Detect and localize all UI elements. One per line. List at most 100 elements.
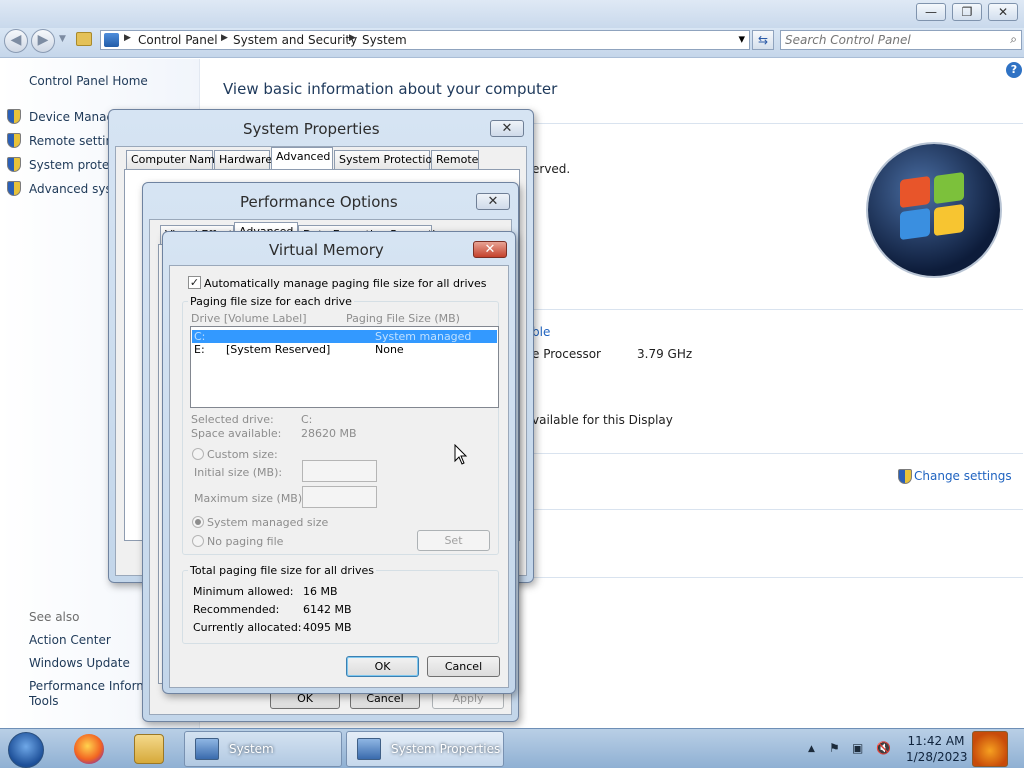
ok-button[interactable]: OK <box>346 656 419 677</box>
system-properties-icon <box>357 738 381 760</box>
drive-label: [System Reserved] <box>226 343 331 356</box>
breadcrumb-separator[interactable]: ▶ <box>349 33 356 43</box>
explorer-folder-icon[interactable] <box>134 734 164 764</box>
remote-settings-link[interactable]: Remote settings <box>29 134 109 148</box>
tab-system-protection[interactable]: System Protection <box>334 150 439 169</box>
no-paging-file-label[interactable]: No paging file <box>207 535 283 548</box>
cancel-button[interactable]: Cancel <box>427 656 500 677</box>
show-hidden-icon[interactable]: ▲ <box>808 744 815 754</box>
tab-computer-name[interactable]: Computer Name <box>126 150 222 169</box>
group-label: Total paging file size for all drives <box>188 564 377 577</box>
control-panel-home-link[interactable]: Control Panel Home <box>29 74 148 88</box>
dialog-title: Performance Options <box>240 193 398 211</box>
list-item[interactable]: E: [System Reserved] None <box>192 343 497 356</box>
network-icon[interactable]: ▣ <box>852 741 863 755</box>
flag-icon[interactable]: ⚑ <box>829 741 840 755</box>
minimum-allowed-value: 16 MB <box>303 585 338 598</box>
performance-information-link[interactable]: Performance Information and <box>29 679 142 693</box>
logo-flag-blue <box>900 207 930 241</box>
address-dropdown-icon[interactable]: ▾ <box>738 32 745 47</box>
back-button[interactable]: ◀ <box>4 29 28 53</box>
set-button[interactable]: Set <box>417 530 490 551</box>
system-window-icon <box>195 738 219 760</box>
page-title: View basic information about your comput… <box>223 80 558 98</box>
logo-flag-red <box>900 175 930 209</box>
forward-button[interactable]: ▶ <box>31 29 55 53</box>
recent-pages-dropdown[interactable]: ▼ <box>59 34 66 44</box>
firefox-icon[interactable] <box>74 734 104 764</box>
close-button[interactable]: ✕ <box>490 120 524 137</box>
shield-icon <box>7 109 21 124</box>
column-header-size: Paging File Size (MB) <box>346 312 460 325</box>
show-desktop-button[interactable] <box>972 731 1008 767</box>
control-panel-icon <box>104 33 119 47</box>
drive-size: None <box>375 343 404 356</box>
mouse-cursor-icon <box>454 444 468 465</box>
initial-size-label: Initial size (MB): <box>194 466 283 479</box>
tab-hardware[interactable]: Hardware <box>214 150 272 169</box>
close-button[interactable]: ✕ <box>988 3 1018 21</box>
list-item[interactable]: C: System managed <box>192 330 497 343</box>
volume-muted-icon[interactable]: 🔇 <box>876 741 891 755</box>
breadcrumb-separator[interactable]: ▶ <box>221 33 228 43</box>
search-input[interactable] <box>785 32 995 48</box>
advanced-system-settings-link[interactable]: Advanced system settings <box>29 182 109 196</box>
taskbar-item-label: System Properties <box>391 742 501 756</box>
close-button[interactable]: ✕ <box>476 193 510 210</box>
restore-button[interactable]: ❐ <box>952 3 982 21</box>
start-button[interactable] <box>8 732 44 768</box>
auto-manage-checkbox[interactable]: ✓ <box>188 276 201 289</box>
selected-drive-value: C: <box>301 413 313 426</box>
minimize-button[interactable]: — <box>916 3 946 21</box>
space-available-label: Space available: <box>191 427 282 440</box>
search-icon[interactable]: ⌕ <box>1010 32 1017 47</box>
dialog-body: ✓ Automatically manage paging file size … <box>169 265 509 688</box>
search-box[interactable]: ⌕ <box>780 30 1022 50</box>
currently-allocated-value: 4095 MB <box>303 621 352 634</box>
logo-flag-green <box>934 171 964 205</box>
auto-manage-label[interactable]: Automatically manage paging file size fo… <box>204 277 487 290</box>
custom-size-radio[interactable] <box>192 448 204 460</box>
initial-size-input[interactable] <box>302 460 377 482</box>
refresh-button[interactable]: ⇆ <box>752 30 774 50</box>
drive-list[interactable]: C: System managed E: [System Reserved] N… <box>190 326 499 408</box>
maximum-size-label: Maximum size (MB): <box>194 492 306 505</box>
breadcrumb-system[interactable]: System <box>362 33 407 47</box>
action-center-link[interactable]: Action Center <box>29 633 111 647</box>
column-header-drive: Drive [Volume Label] <box>191 312 307 325</box>
custom-size-label[interactable]: Custom size: <box>207 448 278 461</box>
tab-advanced[interactable]: Advanced <box>271 147 333 169</box>
breadcrumb-system-and-security[interactable]: System and Security <box>233 33 357 47</box>
tab-remote[interactable]: Remote <box>431 150 479 169</box>
close-button[interactable]: ✕ <box>473 241 507 258</box>
change-settings-link[interactable]: Change settings <box>914 469 1012 483</box>
maximum-size-input[interactable] <box>302 486 377 508</box>
breadcrumb-separator[interactable]: ▶ <box>124 33 131 43</box>
see-also-heading: See also <box>29 610 80 624</box>
system-managed-label[interactable]: System managed size <box>207 516 328 529</box>
windows-update-link[interactable]: Windows Update <box>29 656 130 670</box>
taskbar-item-label: System <box>229 742 274 756</box>
currently-allocated-label: Currently allocated: <box>193 621 302 634</box>
recommended-value: 6142 MB <box>303 603 352 616</box>
no-paging-file-radio[interactable] <box>192 535 204 547</box>
help-icon[interactable]: ? <box>1006 62 1022 78</box>
drive-letter: C: <box>194 330 206 343</box>
taskbar-item-system-properties[interactable]: System Properties <box>346 731 504 767</box>
shield-icon <box>7 157 21 172</box>
device-manager-link[interactable]: Device Manager <box>29 110 109 124</box>
shield-icon <box>898 469 912 484</box>
pen-touch-text: vailable for this Display <box>532 413 673 427</box>
shield-icon <box>7 181 21 196</box>
breadcrumb-control-panel[interactable]: Control Panel <box>138 33 218 47</box>
taskbar-item-system[interactable]: System <box>184 731 342 767</box>
performance-tools-link[interactable]: Tools <box>29 694 59 708</box>
system-managed-radio[interactable] <box>192 516 204 528</box>
processor-speed: 3.79 GHz <box>637 347 693 361</box>
system-protection-link[interactable]: System protection <box>29 158 109 172</box>
up-folder-icon[interactable] <box>76 32 92 46</box>
drive-size: System managed <box>375 330 472 343</box>
rating-link[interactable]: ble <box>532 325 550 339</box>
address-bar[interactable]: ▶ Control Panel ▶ System and Security ▶ … <box>100 30 750 50</box>
clock[interactable]: 11:42 AM 1/28/2023 <box>906 733 968 765</box>
